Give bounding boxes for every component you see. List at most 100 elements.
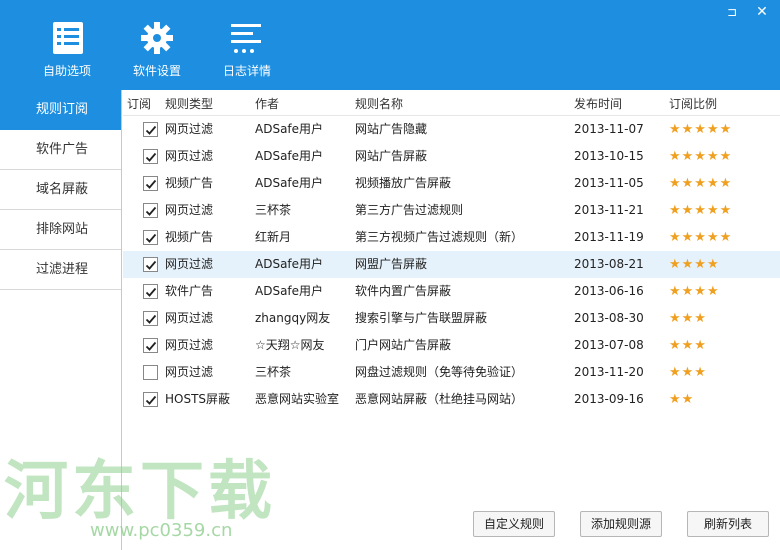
date-cell: 2013-10-15: [574, 149, 644, 163]
rule-name-cell: 视频播放广告屏蔽: [355, 176, 452, 190]
author-cell: ADSafe用户: [255, 284, 324, 298]
sidebar-item-software-ads[interactable]: 软件广告: [0, 130, 121, 170]
rule-type-cell: HOSTS屏蔽: [165, 392, 231, 406]
date-cell: 2013-08-30: [574, 311, 644, 325]
rating-stars: ★★★: [669, 311, 707, 326]
subscribe-checkbox[interactable]: [143, 176, 158, 191]
rule-type-cell: 网页过滤: [165, 338, 214, 352]
table-row[interactable]: HOSTS屏蔽 恶意网站实验室 恶意网站屏蔽（杜绝挂马网站） 2013-09-16 ★★: [123, 386, 780, 413]
rule-type-cell: 视频广告: [165, 230, 214, 244]
table-row[interactable]: 视频广告 ADSafe用户 视频播放广告屏蔽 2013-11-05 ★★★★★: [123, 170, 780, 197]
author-cell: 三杯茶: [255, 365, 292, 379]
table-row[interactable]: 网页过滤 三杯茶 网盘过滤规则（免等待免验证） 2013-11-20 ★★★: [123, 359, 780, 386]
column-header-rating[interactable]: 订阅比例: [669, 92, 717, 116]
date-cell: 2013-06-16: [574, 284, 644, 298]
column-header-subscribe[interactable]: 订阅: [127, 92, 151, 116]
rating-stars: ★★★★★: [669, 149, 733, 164]
rules-table: 订阅 规则类型 作者 规则名称 发布时间 订阅比例 网页过滤 ADSafe用户 网站…: [123, 92, 780, 413]
rating-stars: ★★: [669, 392, 695, 407]
rule-type-cell: 网页过滤: [165, 203, 214, 217]
author-cell: 红新月: [255, 230, 292, 244]
watermark-text: 河东下载: [4, 455, 276, 529]
sidebar-item-filter-process[interactable]: 过滤进程: [0, 250, 121, 290]
rule-name-cell: 恶意网站屏蔽（杜绝挂马网站）: [355, 392, 524, 406]
software-settings-button[interactable]: 软件设置: [112, 20, 202, 82]
subscribe-checkbox[interactable]: [143, 284, 158, 299]
author-cell: 恶意网站实验室: [255, 392, 340, 406]
subscribe-checkbox[interactable]: [143, 338, 158, 353]
column-header-type[interactable]: 规则类型: [165, 92, 213, 116]
date-cell: 2013-11-21: [574, 203, 644, 217]
column-header-date[interactable]: 发布时间: [574, 92, 622, 116]
author-cell: ADSafe用户: [255, 122, 324, 136]
subscribe-checkbox[interactable]: [143, 311, 158, 326]
restore-icon[interactable]: ⊐: [722, 4, 742, 20]
subscribe-checkbox[interactable]: [143, 149, 158, 164]
log-details-button[interactable]: 日志详情: [202, 20, 292, 82]
column-header-name[interactable]: 规则名称: [355, 92, 403, 116]
table-row[interactable]: 网页过滤 zhangqy网友 搜索引擎与广告联盟屏蔽 2013-08-30 ★★★: [123, 305, 780, 332]
custom-rules-button[interactable]: 自定义规则: [473, 511, 555, 537]
rule-name-cell: 网盟广告屏蔽: [355, 257, 428, 271]
self-help-options-button[interactable]: 自助选项: [22, 20, 112, 82]
date-cell: 2013-07-08: [574, 338, 644, 352]
rule-type-cell: 软件广告: [165, 284, 214, 298]
close-icon[interactable]: ✕: [752, 4, 772, 20]
date-cell: 2013-11-07: [574, 122, 644, 136]
rule-name-cell: 第三方广告过滤规则: [355, 203, 464, 217]
top-toolbar: ⊐ ✕ 自助选项 软件设置 日志详情: [0, 0, 780, 90]
table-row[interactable]: 网页过滤 ADSafe用户 网站广告隐藏 2013-11-07 ★★★★★: [123, 116, 780, 143]
gear-icon: [137, 20, 177, 56]
log-lines-icon: [227, 20, 267, 56]
rating-stars: ★★★: [669, 365, 707, 380]
table-header: 订阅 规则类型 作者 规则名称 发布时间 订阅比例: [123, 92, 780, 116]
date-cell: 2013-11-20: [574, 365, 644, 379]
rating-stars: ★★★★★: [669, 203, 733, 218]
table-row[interactable]: 软件广告 ADSafe用户 软件内置广告屏蔽 2013-06-16 ★★★★: [123, 278, 780, 305]
table-row[interactable]: 网页过滤 三杯茶 第三方广告过滤规则 2013-11-21 ★★★★★: [123, 197, 780, 224]
refresh-list-button[interactable]: 刷新列表: [687, 511, 769, 537]
rule-type-cell: 网页过滤: [165, 365, 214, 379]
rule-type-cell: 网页过滤: [165, 122, 214, 136]
rule-name-cell: 网站广告隐藏: [355, 122, 428, 136]
watermark-url: www.pc0359.cn: [90, 520, 233, 541]
rule-name-cell: 第三方视频广告过滤规则（新）: [355, 230, 524, 244]
author-cell: ADSafe用户: [255, 149, 324, 163]
table-row[interactable]: 网页过滤 ADSafe用户 网站广告屏蔽 2013-10-15 ★★★★★: [123, 143, 780, 170]
toolbar-label: 软件设置: [132, 64, 181, 78]
subscribe-checkbox[interactable]: [143, 230, 158, 245]
subscribe-checkbox[interactable]: [143, 257, 158, 272]
table-row[interactable]: 网页过滤 ☆天翔☆网友 门户网站广告屏蔽 2013-07-08 ★★★: [123, 332, 780, 359]
subscribe-checkbox[interactable]: [143, 122, 158, 137]
table-row[interactable]: 网页过滤 ADSafe用户 网盟广告屏蔽 2013-08-21 ★★★★: [123, 251, 780, 278]
add-rule-source-button[interactable]: 添加规则源: [580, 511, 662, 537]
date-cell: 2013-11-05: [574, 176, 644, 190]
rule-type-cell: 视频广告: [165, 176, 214, 190]
author-cell: zhangqy网友: [255, 311, 331, 325]
rating-stars: ★★★★: [669, 257, 720, 272]
date-cell: 2013-11-19: [574, 230, 644, 244]
subscribe-checkbox[interactable]: [143, 365, 158, 380]
rule-type-cell: 网页过滤: [165, 257, 214, 271]
author-cell: ☆天翔☆网友: [255, 338, 325, 352]
toolbar-label: 自助选项: [42, 64, 91, 78]
author-cell: ADSafe用户: [255, 176, 324, 190]
rule-name-cell: 搜索引擎与广告联盟屏蔽: [355, 311, 488, 325]
sidebar-item-rule-subscription[interactable]: 规则订阅: [0, 90, 121, 130]
subscribe-checkbox[interactable]: [143, 392, 158, 407]
toolbar-label: 日志详情: [222, 64, 271, 78]
sidebar-item-domain-block[interactable]: 域名屏蔽: [0, 170, 121, 210]
date-cell: 2013-09-16: [574, 392, 644, 406]
rating-stars: ★★★★★: [669, 176, 733, 191]
rating-stars: ★★★: [669, 338, 707, 353]
table-row[interactable]: 视频广告 红新月 第三方视频广告过滤规则（新） 2013-11-19 ★★★★★: [123, 224, 780, 251]
rating-stars: ★★★★★: [669, 230, 733, 245]
rule-name-cell: 门户网站广告屏蔽: [355, 338, 452, 352]
column-header-author[interactable]: 作者: [255, 92, 279, 116]
author-cell: ADSafe用户: [255, 257, 324, 271]
subscribe-checkbox[interactable]: [143, 203, 158, 218]
sidebar-item-exclude-sites[interactable]: 排除网站: [0, 210, 121, 250]
rating-stars: ★★★★★: [669, 122, 733, 137]
checklist-icon: [47, 20, 87, 56]
rule-type-cell: 网页过滤: [165, 311, 214, 325]
